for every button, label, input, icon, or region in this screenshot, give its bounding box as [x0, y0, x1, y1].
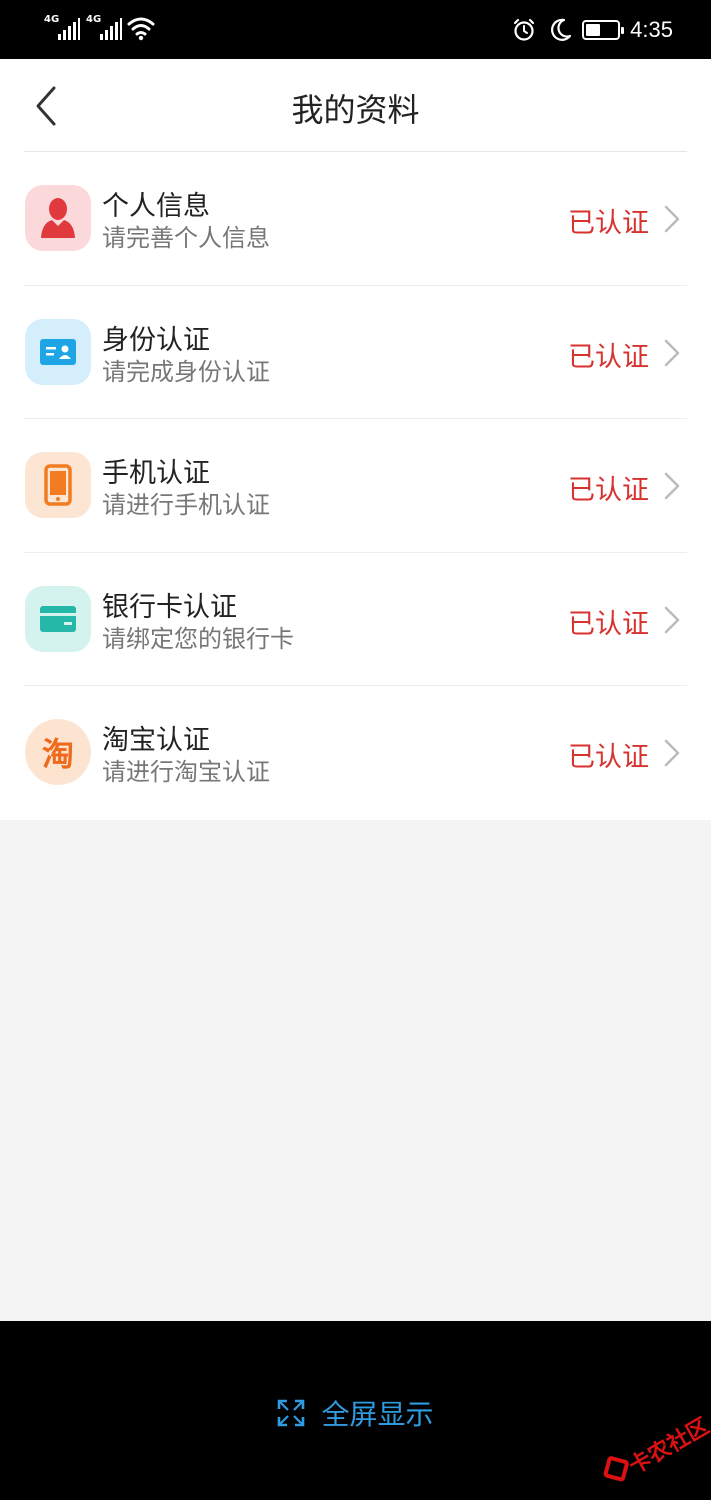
item-subtitle: 请完成身份认证	[102, 357, 270, 386]
battery-icon	[582, 20, 625, 40]
page-content: 我的资料 个人信息 请完善个人信息 已认证 身份认证 请完成身份认证 已认证 手…	[0, 59, 711, 1321]
page-title: 我的资料	[291, 91, 420, 129]
list-item-bank-card[interactable]: 银行卡认证 请绑定您的银行卡 已认证	[0, 553, 711, 686]
fullscreen-label: 全屏显示	[321, 1398, 434, 1431]
person-icon	[25, 185, 91, 251]
taobao-icon: 淘	[25, 719, 91, 785]
taobao-glyph: 淘	[41, 735, 74, 773]
signal-icon: 4G	[44, 14, 80, 42]
bottom-bar: 全屏显示 卡农社区	[0, 1321, 711, 1500]
status-bar: 4G 4G 4:35	[0, 0, 711, 59]
alarm-icon	[514, 18, 535, 41]
chevron-right-icon	[664, 472, 680, 500]
list-item-phone[interactable]: 手机认证 请进行手机认证 已认证	[0, 419, 711, 553]
expand-icon	[278, 1399, 305, 1427]
wifi-icon	[127, 17, 155, 41]
status-badge: 已认证	[568, 608, 649, 640]
status-badge: 已认证	[568, 742, 649, 773]
chevron-right-icon	[664, 205, 680, 233]
item-subtitle: 请进行手机认证	[102, 491, 270, 519]
chevron-right-icon	[664, 339, 680, 366]
item-subtitle: 请绑定您的银行卡	[102, 624, 294, 653]
bank-card-icon	[25, 585, 91, 652]
chevron-right-icon	[664, 606, 680, 633]
list-item-personal-info[interactable]: 个人信息 请完善个人信息 已认证	[0, 152, 711, 286]
status-badge: 已认证	[568, 475, 649, 506]
signal-icon: 4G	[86, 14, 122, 42]
chevron-right-icon	[664, 739, 680, 767]
verification-list: 个人信息 请完善个人信息 已认证 身份认证 请完成身份认证 已认证 手机认证 请…	[0, 152, 711, 820]
item-subtitle: 请完善个人信息	[102, 224, 270, 252]
nav-header: 我的资料	[0, 59, 711, 152]
list-item-taobao[interactable]: 淘 淘宝认证 请进行淘宝认证 已认证	[0, 686, 711, 820]
list-item-identity[interactable]: 身份认证 请完成身份认证 已认证	[0, 286, 711, 419]
clock-time: 4:35	[630, 17, 673, 42]
id-card-icon	[25, 318, 91, 385]
fullscreen-button[interactable]: 全屏显示	[0, 1393, 711, 1433]
moon-icon	[551, 18, 572, 41]
status-badge: 已认证	[568, 341, 649, 373]
status-badge: 已认证	[568, 208, 649, 239]
phone-icon	[25, 452, 91, 518]
item-subtitle: 请进行淘宝认证	[102, 758, 270, 786]
